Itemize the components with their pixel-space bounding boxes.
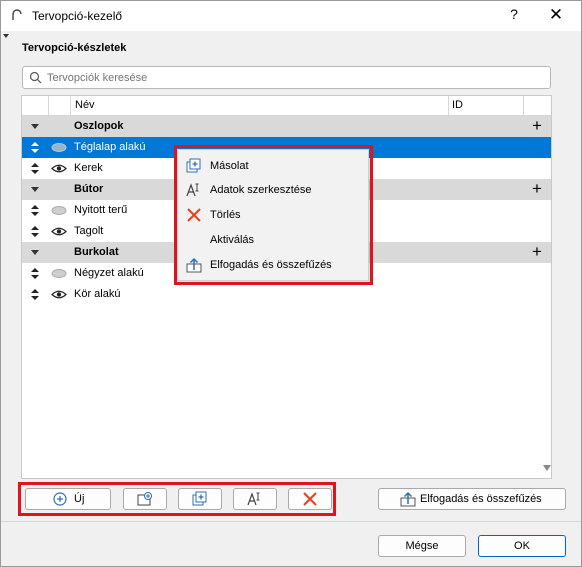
- group-label: Bútor: [74, 183, 104, 195]
- list-item-label: Kör alakú: [74, 288, 121, 300]
- design-option-manager-window: Tervopció-kezelő ? ✕ Tervopció-készletek…: [0, 0, 582, 567]
- menu-item-delete[interactable]: Törlés: [178, 204, 368, 226]
- accept-merge-button[interactable]: Elfogadás és összefűzés: [378, 488, 566, 510]
- context-menu: Másolat Adatok szerkesztése Törlés Aktiv…: [177, 149, 369, 281]
- delete-x-icon: [187, 208, 201, 222]
- duplicate-button[interactable]: [178, 488, 222, 510]
- list-item-label: Tagolt: [74, 225, 104, 237]
- menu-item-accept-merge[interactable]: Elfogadás és összefűzés: [178, 254, 368, 276]
- reorder-handle-icon[interactable]: [31, 163, 39, 174]
- hidden-eye-icon[interactable]: [51, 205, 67, 216]
- expand-arrow-icon[interactable]: [31, 250, 39, 255]
- reorder-handle-icon[interactable]: [31, 289, 39, 300]
- list-item[interactable]: Kör alakú: [22, 284, 551, 305]
- add-option-plus-icon[interactable]: +: [529, 243, 545, 260]
- menu-item-label: Törlés: [210, 209, 241, 221]
- visible-eye-icon[interactable]: [51, 289, 67, 300]
- collapse-arrow-icon[interactable]: [3, 34, 9, 38]
- search-input[interactable]: [45, 69, 544, 87]
- group-label: Oszlopok: [74, 120, 124, 132]
- cancel-button[interactable]: Mégse: [378, 535, 466, 557]
- search-box[interactable]: [22, 66, 551, 89]
- help-button[interactable]: ?: [499, 6, 529, 26]
- menu-item-edit-data[interactable]: Adatok szerkesztése: [178, 179, 368, 201]
- list-item-label: Téglalap alakú: [74, 141, 146, 153]
- edit-text-icon: [186, 183, 199, 197]
- header-divider: [48, 96, 49, 115]
- header-divider: [448, 96, 449, 115]
- reorder-handle-icon[interactable]: [31, 226, 39, 237]
- column-header-name[interactable]: Név: [75, 99, 95, 111]
- list-header: Név ID: [22, 96, 551, 116]
- list-item-label: Kerek: [74, 162, 103, 174]
- edit-data-button[interactable]: [233, 488, 277, 510]
- hidden-eye-icon[interactable]: [51, 142, 67, 153]
- accept-merge-icon: [400, 491, 416, 507]
- menu-item-label: Adatok szerkesztése: [210, 184, 312, 196]
- list-item-label: Négyzet alakú: [74, 267, 144, 279]
- header-divider: [70, 96, 71, 115]
- duplicate-icon: [186, 158, 201, 173]
- menu-item-label: Másolat: [210, 160, 249, 172]
- window-title: Tervopció-kezelő: [32, 9, 123, 23]
- new-folder-icon: [137, 492, 152, 506]
- visible-eye-icon[interactable]: [51, 226, 67, 237]
- column-header-id[interactable]: ID: [452, 99, 463, 111]
- footer-divider: [1, 521, 581, 522]
- expand-arrow-icon[interactable]: [31, 187, 39, 192]
- menu-item-duplicate[interactable]: Másolat: [178, 155, 368, 177]
- delete-button[interactable]: [288, 488, 332, 510]
- menu-item-label: Elfogadás és összefűzés: [210, 259, 332, 271]
- add-circle-icon: [53, 492, 67, 506]
- app-icon: [12, 9, 22, 20]
- section-title: Tervopció-készletek: [22, 42, 127, 54]
- new-button[interactable]: Új: [25, 488, 111, 510]
- menu-item-activate[interactable]: Aktiválás: [178, 229, 368, 251]
- duplicate-icon: [192, 491, 207, 506]
- close-button[interactable]: ✕: [541, 5, 571, 27]
- group-label: Burkolat: [74, 246, 119, 258]
- visible-eye-icon[interactable]: [51, 163, 67, 174]
- accept-merge-label: Elfogadás és összefűzés: [420, 493, 542, 505]
- reorder-handle-icon[interactable]: [31, 142, 39, 153]
- list-item-label: Nyitott terű: [74, 204, 128, 216]
- new-set-button[interactable]: [123, 488, 167, 510]
- reorder-handle-icon[interactable]: [31, 205, 39, 216]
- delete-x-icon: [303, 492, 317, 506]
- scroll-down-arrow-icon[interactable]: [543, 465, 551, 471]
- expand-arrow-icon[interactable]: [31, 124, 39, 129]
- title-bar: Tervopció-kezelő ? ✕: [1, 1, 581, 31]
- menu-item-label: Aktiválás: [210, 234, 255, 246]
- search-icon: [29, 71, 42, 84]
- accept-merge-icon: [186, 257, 202, 273]
- reorder-handle-icon[interactable]: [31, 268, 39, 279]
- add-option-plus-icon[interactable]: +: [529, 180, 545, 197]
- hidden-eye-icon[interactable]: [51, 268, 67, 279]
- add-option-plus-icon[interactable]: +: [529, 117, 545, 134]
- new-button-label: Új: [74, 493, 85, 505]
- header-divider: [523, 96, 524, 115]
- group-row-columns[interactable]: Oszlopok +: [22, 116, 551, 137]
- edit-text-icon: [247, 492, 260, 506]
- ok-button[interactable]: OK: [478, 535, 566, 557]
